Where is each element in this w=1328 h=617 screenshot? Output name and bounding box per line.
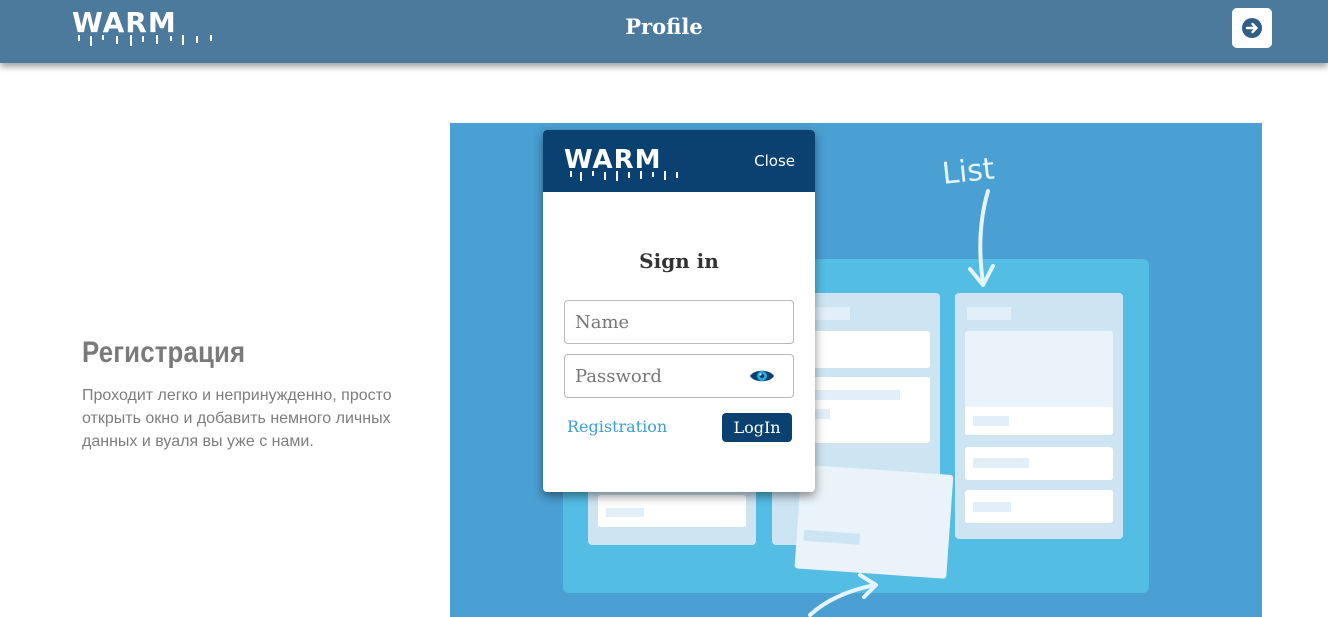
signin-title: Sign in <box>639 249 719 273</box>
logout-button[interactable] <box>1232 8 1272 48</box>
list-annotation: List <box>940 152 996 192</box>
modal-warm-logo: WARM <box>564 147 678 181</box>
intro-text: Проходит легко и непринужденно, просто о… <box>82 387 392 450</box>
intro-section: Регистрация Проходит легко и непринужден… <box>82 336 432 453</box>
modal-header: WARM Close <box>543 130 815 192</box>
drip-decoration <box>570 171 678 181</box>
top-bar: WARM Profile <box>0 0 1328 63</box>
arrow-right-circle-icon <box>1242 18 1262 38</box>
name-input[interactable] <box>565 301 793 343</box>
registration-link[interactable]: Registration <box>567 417 667 436</box>
intro-heading: Регистрация <box>82 336 246 369</box>
login-button[interactable]: LogIn <box>722 413 792 442</box>
close-button[interactable]: Close <box>754 152 795 170</box>
name-field-wrapper <box>564 300 794 344</box>
password-field-wrapper <box>564 354 794 398</box>
eye-icon[interactable] <box>749 367 775 385</box>
signin-modal: WARM Close Sign in Registration <box>543 130 815 492</box>
page-title: Profile <box>625 14 703 39</box>
